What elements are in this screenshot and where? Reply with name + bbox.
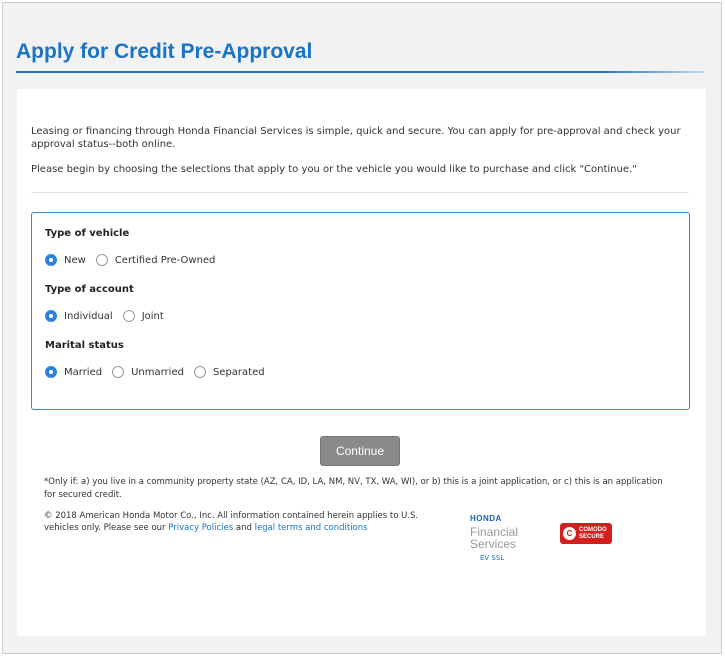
ev-ssl-label: EV SSL [480, 554, 505, 562]
account-individual-radio[interactable] [45, 310, 57, 322]
marital-separated-option[interactable]: Separated [193, 366, 265, 378]
honda-financial-services-logo[interactable]: HONDA Financial Services EV SSL [470, 514, 540, 562]
account-type-label: Type of account [45, 284, 134, 295]
account-joint-option[interactable]: Joint [122, 310, 164, 322]
page-title: Apply for Credit Pre-Approval [16, 40, 313, 63]
vehicle-type-label: Type of vehicle [45, 228, 130, 239]
comodo-text: COMODO SECURE [579, 527, 607, 541]
intro-text: Leasing or financing through Honda Finan… [31, 126, 681, 150]
hfs-line-2: Services [470, 537, 517, 551]
privacy-policies-link[interactable]: Privacy Policies [168, 523, 233, 533]
vehicle-cpo-radio[interactable] [95, 254, 108, 266]
divider [31, 192, 689, 193]
continue-button[interactable]: Continue [320, 436, 400, 466]
copyright-text: © 2018 American Honda Motor Co., Inc. Al… [44, 510, 444, 534]
marital-married-option[interactable]: Married [45, 366, 102, 378]
selection-form: Type of vehicle New Certified Pre-Owned … [31, 212, 690, 410]
comodo-secure-badge[interactable]: C COMODO SECURE [560, 523, 612, 544]
account-type-options: Individual Joint [45, 308, 174, 324]
vehicle-new-radio[interactable] [45, 254, 57, 266]
comodo-line-1: COMODO [579, 526, 607, 533]
comodo-line-2: SECURE [579, 533, 605, 540]
account-joint-label[interactable]: Joint [142, 311, 164, 322]
legal-terms-link[interactable]: legal terms and conditions [255, 523, 368, 533]
marital-separated-label[interactable]: Separated [213, 367, 265, 378]
marital-married-label[interactable]: Married [64, 367, 102, 378]
marital-separated-radio[interactable] [193, 366, 206, 378]
vehicle-new-label[interactable]: New [64, 255, 86, 266]
comodo-seal-icon: C [563, 527, 576, 540]
vehicle-cpo-label[interactable]: Certified Pre-Owned [115, 255, 216, 266]
vehicle-cpo-option[interactable]: Certified Pre-Owned [95, 254, 216, 266]
content-panel: Leasing or financing through Honda Finan… [17, 89, 706, 636]
account-individual-option[interactable]: Individual [45, 310, 113, 322]
and-text: and [235, 523, 252, 533]
marital-status-options: Married Unmarried Separated [45, 364, 275, 380]
marital-married-radio[interactable] [45, 366, 57, 378]
marital-unmarried-radio[interactable] [112, 366, 125, 378]
instruction-text: Please begin by choosing the selections … [31, 164, 637, 175]
account-joint-radio[interactable] [122, 310, 135, 322]
vehicle-type-options: New Certified Pre-Owned [45, 252, 225, 268]
footnote-text: *Only if: a) you live in a community pro… [44, 477, 663, 500]
title-underline [16, 71, 704, 73]
marital-unmarried-label[interactable]: Unmarried [131, 367, 184, 378]
vehicle-new-option[interactable]: New [45, 254, 86, 266]
honda-brand-mark: HONDA [470, 514, 502, 523]
marital-unmarried-option[interactable]: Unmarried [112, 366, 184, 378]
account-individual-label[interactable]: Individual [64, 311, 113, 322]
marital-status-label: Marital status [45, 340, 124, 351]
